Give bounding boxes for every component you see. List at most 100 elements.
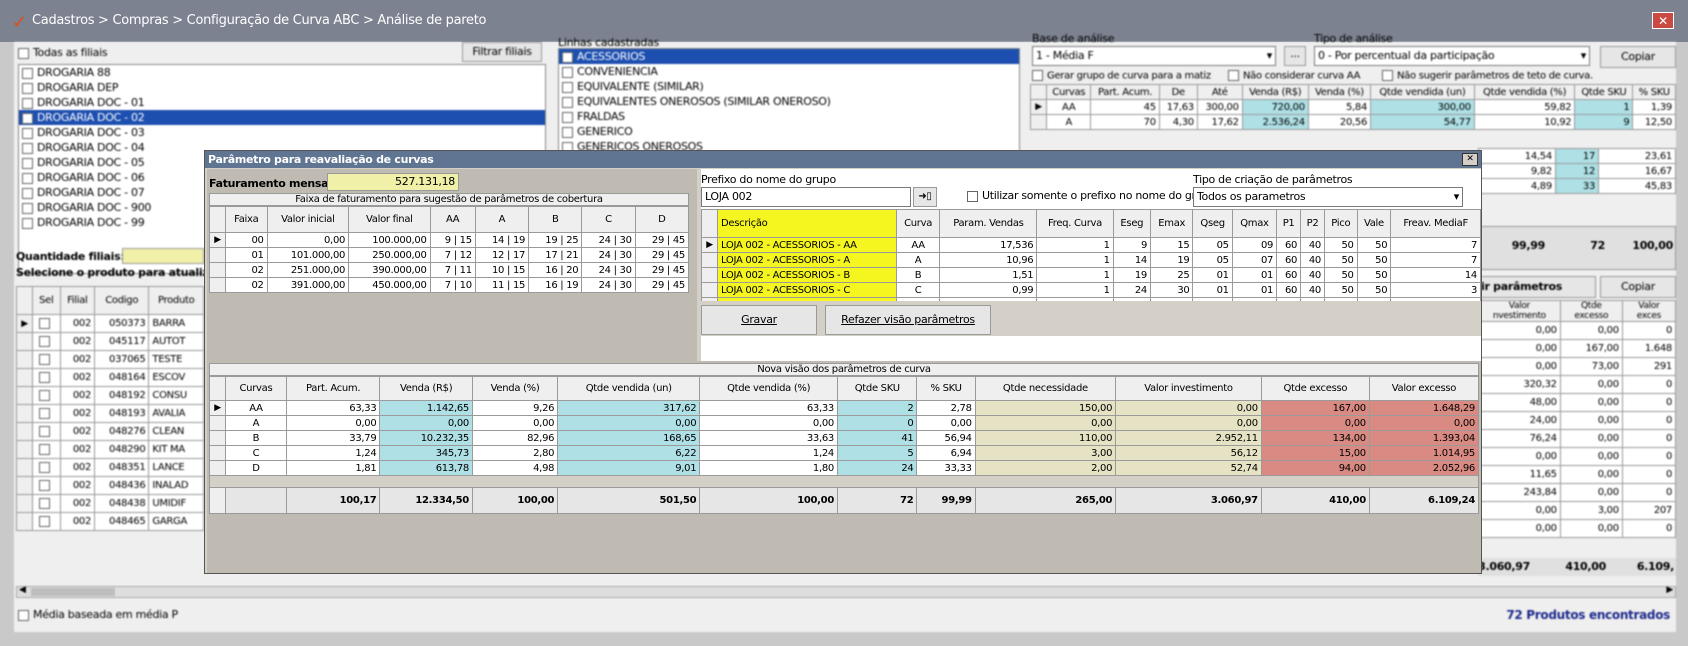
table-row[interactable]: 002 048193 AVALIA: [16, 404, 204, 423]
table-row[interactable]: LOJA 002 - ACESSORIOS - A A 10,96 1 14 19 05 07…: [701, 252, 1481, 268]
branch-item[interactable]: ✓ DROGARIA DOC - 02: [19, 110, 545, 125]
select-cell[interactable]: [32, 386, 61, 405]
table-row[interactable]: 002 048164 ESCOV: [16, 368, 204, 387]
table-row[interactable]: LOJA 002 - ACESSORIOS - B B 1,51 1 19 25 01 01 6…: [701, 267, 1481, 283]
only-prefix-check[interactable]: Utilizar somente o prefixo no nome do gr…: [967, 189, 1216, 202]
table-row[interactable]: 002 037065 TESTE: [16, 350, 204, 369]
table-row[interactable]: 243,84 0,00 0: [1478, 483, 1677, 502]
base-select[interactable]: 1 - Média F ▾: [1032, 46, 1276, 66]
checkbox[interactable]: [22, 187, 33, 199]
table-row[interactable]: 320,32 0,00 0: [1478, 375, 1677, 394]
branch-item[interactable]: DROGARIA DEP: [19, 80, 545, 95]
scroll-right-icon[interactable]: ▶: [1666, 585, 1673, 595]
select-cell[interactable]: [32, 332, 61, 351]
scroll-left-icon[interactable]: ◀: [19, 585, 26, 595]
select-cell[interactable]: [32, 350, 61, 369]
redo-view-button[interactable]: Refazer visão parâmetros: [825, 305, 991, 335]
table-row[interactable]: 02 251.000,00 390.000,00 7 | 11 10 | 15 16 | …: [209, 262, 690, 278]
line-item[interactable]: CONVENIENCIA: [559, 64, 1019, 79]
checkbox[interactable]: [22, 142, 33, 154]
copy2-button[interactable]: Copiar: [1600, 276, 1676, 298]
opt-no-aa-check[interactable]: Não considerar curva AA: [1228, 70, 1360, 82]
product-table-right[interactable]: Valor nvestimento Qtde excesso Valor exces…: [1478, 300, 1677, 538]
select-cell[interactable]: [32, 368, 61, 387]
analysis-table[interactable]: Curvas Part. Acum. De Até Venda (R$) Venda (%…: [1030, 84, 1676, 130]
lines-list[interactable]: ✓ ACESSORIOS CONVENIENCIA EQUIVALENTE (SIMI…: [558, 48, 1020, 158]
line-item[interactable]: EQUIVALENTE (SIMILAR): [559, 79, 1019, 94]
checkbox[interactable]: [22, 127, 33, 139]
new-view-table[interactable]: Curvas Part. Acum. Venda (R$) Venda (%) Qtde…: [209, 376, 1480, 514]
row-checkbox[interactable]: [38, 389, 50, 401]
checkbox[interactable]: ✓: [562, 51, 573, 63]
table-row[interactable]: 0,00 3,00 207: [1478, 501, 1677, 520]
row-checkbox[interactable]: [38, 371, 50, 383]
row-checkbox[interactable]: [38, 317, 50, 329]
apply-prefix-button[interactable]: ➜▯: [913, 187, 937, 207]
table-row[interactable]: 4,89 33 45,83: [1478, 178, 1676, 194]
checkbox[interactable]: [562, 111, 573, 123]
close-icon[interactable]: ✕: [1652, 12, 1674, 29]
select-cell[interactable]: [32, 422, 61, 441]
branch-item[interactable]: DROGARIA 88: [19, 65, 545, 80]
table-row[interactable]: C 1,24 345,73 2,80 6,22 1,24 5 6,94 3,00 56,12 15,…: [209, 445, 1480, 461]
checkbox[interactable]: [22, 97, 33, 109]
table-row[interactable]: A 0,00 0,00 0,00 0,00 0,00 0 0,00 0,00 0,00 0,00 0,…: [209, 415, 1480, 431]
line-item[interactable]: EQUIVALENTES ONEROSOS (SIMILAR ONEROSO): [559, 94, 1019, 109]
analysis-table-right[interactable]: 14,54 17 23,61 9,82 12 16,67 4,89 33 45,83: [1478, 148, 1676, 194]
select-cell[interactable]: [32, 494, 61, 513]
table-row[interactable]: 002 045117 AUTOT: [16, 332, 204, 351]
h-scrollbar[interactable]: ◀ ▶: [16, 585, 1676, 598]
scroll-thumb[interactable]: [31, 588, 115, 596]
table-row[interactable]: 01 101.000,00 250.000,00 7 | 12 12 | 17 17 | …: [209, 247, 690, 263]
prefix-input[interactable]: LOJA 002: [701, 187, 911, 207]
table-row[interactable]: A 70 4,30 17,62 2.536,24 20,56 54,77 10,92 9 12,5…: [1030, 114, 1676, 130]
product-table[interactable]: Sel Filial Codigo Produto ▶ 002 050373 BARRA 002…: [16, 286, 204, 531]
row-checkbox[interactable]: [38, 479, 50, 491]
table-row[interactable]: 9,82 12 16,67: [1478, 163, 1676, 179]
checkbox[interactable]: [22, 157, 33, 169]
table-row[interactable]: 002 048438 UMIDIF: [16, 494, 204, 513]
copy-button[interactable]: Copiar: [1600, 46, 1676, 68]
table-row[interactable]: 14,54 17 23,61: [1478, 148, 1676, 164]
select-cell[interactable]: [32, 512, 61, 531]
close-icon[interactable]: ✕: [1462, 153, 1478, 166]
row-checkbox[interactable]: [38, 443, 50, 455]
row-checkbox[interactable]: [38, 497, 50, 509]
checkbox[interactable]: [562, 66, 573, 78]
apply-params-button[interactable]: ir parâmetros: [1478, 276, 1596, 298]
table-row[interactable]: 0,00 167,00 1.648: [1478, 339, 1677, 358]
line-item[interactable]: ✓ ACESSORIOS: [559, 49, 1019, 64]
checkbox[interactable]: [22, 67, 33, 79]
table-row[interactable]: 002 048276 CLEAN: [16, 422, 204, 441]
checkbox[interactable]: [22, 217, 33, 229]
table-row[interactable]: ▶ AA 45 17,63 300,00 720,00 5,84 300,00 59,82 1 1,…: [1030, 99, 1676, 115]
row-checkbox[interactable]: [38, 425, 50, 437]
table-row[interactable]: B 33,79 10.232,35 82,96 168,65 33,63 41 56,94 11…: [209, 430, 1480, 446]
all-branches-check[interactable]: Todas as filiais: [18, 46, 108, 59]
table-row[interactable]: 002 048290 KIT MA: [16, 440, 204, 459]
row-checkbox[interactable]: [38, 407, 50, 419]
table-row[interactable]: ▶ 002 050373 BARRA: [16, 314, 204, 333]
checkbox[interactable]: [562, 96, 573, 108]
table-row[interactable]: 02 391.000,00 450.000,00 7 | 10 11 | 15 16 | …: [209, 277, 690, 293]
select-cell[interactable]: [32, 476, 61, 495]
table-row[interactable]: LOJA 002 - ACESSORIOS - C C 0,99 1 24 30 01 01 6…: [701, 282, 1481, 298]
table-row[interactable]: ▶ AA 63,33 1.142,65 9,26 317,62 63,33 2 2,78 150,…: [209, 400, 1480, 416]
table-row[interactable]: 24,00 0,00 0: [1478, 411, 1677, 430]
checkbox[interactable]: [22, 82, 33, 94]
row-checkbox[interactable]: [38, 515, 50, 527]
opt-group-check[interactable]: Gerar grupo de curva para a matiz: [1032, 70, 1211, 82]
table-row[interactable]: 002 048351 LANCE: [16, 458, 204, 477]
range-table[interactable]: Faixa Valor inicial Valor final AA A B C D ▶ 00 0,…: [209, 206, 690, 293]
table-row[interactable]: 0,00 0,00 0: [1478, 447, 1677, 466]
table-row[interactable]: 002 048465 GARGA: [16, 512, 204, 531]
table-row[interactable]: 0,00 73,00 291: [1478, 357, 1677, 376]
table-row[interactable]: 48,00 0,00 0: [1478, 393, 1677, 412]
checkbox[interactable]: ✓: [22, 112, 33, 124]
table-row[interactable]: 76,24 0,00 0: [1478, 429, 1677, 448]
line-item[interactable]: FRALDAS: [559, 109, 1019, 124]
create-type-select[interactable]: Todos os parametros ▾: [1193, 187, 1463, 207]
table-row[interactable]: 002 048192 CONSU: [16, 386, 204, 405]
table-row[interactable]: ▶ LOJA 002 - ACESSORIOS - AA AA 17,536 1 9 15 0…: [701, 237, 1481, 253]
line-item[interactable]: GENERICO: [559, 124, 1019, 139]
